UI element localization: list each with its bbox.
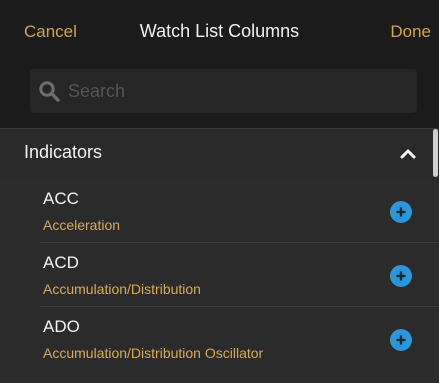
navigation-bar: Cancel Watch List Columns Done — [0, 0, 439, 64]
search-icon — [39, 81, 60, 102]
chevron-up-icon[interactable] — [396, 142, 420, 166]
list-item[interactable]: ACC Acceleration — [0, 179, 439, 243]
cancel-button[interactable]: Cancel — [24, 22, 77, 42]
indicator-code: ACC — [43, 189, 79, 208]
indicator-description: Accumulation/Distribution Oscillator — [43, 345, 264, 361]
plus-circle-icon — [396, 207, 406, 217]
indicator-description: Accumulation/Distribution — [43, 281, 201, 297]
plus-circle-icon — [396, 335, 406, 345]
search-bar-container — [0, 64, 439, 128]
search-input[interactable] — [68, 75, 398, 107]
scrollbar[interactable] — [433, 129, 438, 177]
plus-circle-icon — [396, 271, 406, 281]
add-column-button[interactable] — [390, 265, 412, 287]
section-header-indicators[interactable]: Indicators — [0, 129, 439, 179]
indicator-description: Acceleration — [43, 217, 121, 233]
indicator-list: ACC Acceleration ACD Accumulation/Distri… — [0, 179, 439, 371]
section-title: Indicators — [24, 142, 103, 162]
done-button[interactable]: Done — [390, 22, 431, 42]
watch-list-columns-screen: Cancel Watch List Columns Done Indicator… — [0, 0, 439, 383]
search-field[interactable] — [30, 69, 417, 113]
add-column-button[interactable] — [390, 201, 412, 223]
list-item[interactable]: ACD Accumulation/Distribution — [0, 243, 439, 307]
indicator-code: ACD — [43, 253, 79, 272]
list-item[interactable]: ADO Accumulation/Distribution Oscillator — [0, 307, 439, 371]
indicator-code: ADO — [43, 317, 80, 336]
add-column-button[interactable] — [390, 329, 412, 351]
